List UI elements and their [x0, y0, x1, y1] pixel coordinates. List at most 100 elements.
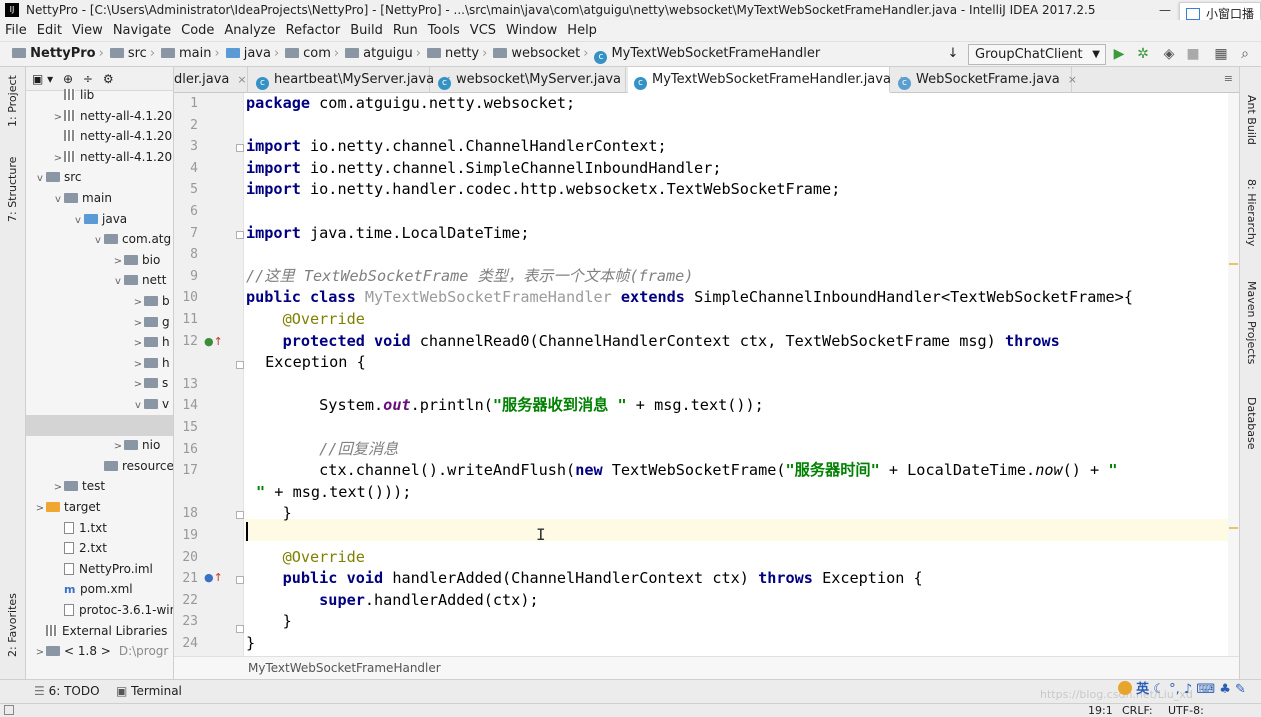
- editor-scrollbar[interactable]: [1228, 93, 1239, 656]
- chevron-right-icon[interactable]: >: [132, 374, 144, 395]
- chevron-down-icon[interactable]: v: [132, 395, 144, 416]
- tab-handler[interactable]: dler.java ×: [174, 67, 248, 93]
- tool-window-maven[interactable]: Maven Projects: [1245, 281, 1258, 364]
- build-icon[interactable]: ↓: [944, 45, 962, 63]
- chevron-down-icon[interactable]: v: [34, 168, 46, 189]
- crumb-main[interactable]: main ›: [161, 42, 224, 66]
- debug-icon[interactable]: ✲: [1134, 45, 1152, 63]
- menu-build[interactable]: Build: [345, 21, 388, 41]
- tree-row[interactable]: > test: [26, 476, 173, 498]
- run-icon[interactable]: ▶: [1110, 45, 1128, 63]
- tab-heartbeat-myserver[interactable]: cheartbeat\MyServer.java×: [250, 67, 451, 93]
- run-config-select[interactable]: GroupChatClient ▼: [968, 44, 1106, 65]
- chevron-right-icon[interactable]: >: [112, 251, 124, 272]
- tool-window-todo[interactable]: ☰ 6: TODO: [34, 680, 100, 703]
- tree-row[interactable]: v java: [26, 209, 173, 230]
- menu-window[interactable]: Window: [501, 21, 562, 41]
- chevron-right-icon[interactable]: >: [52, 477, 64, 498]
- menu-refactor[interactable]: Refactor: [281, 21, 346, 41]
- tree-row[interactable]: vv: [26, 394, 173, 416]
- menu-analyze[interactable]: Analyze: [219, 21, 280, 41]
- menu-edit[interactable]: Edit: [32, 21, 67, 41]
- tool-window-favorites[interactable]: 2: Favorites: [6, 593, 19, 657]
- fold-icon[interactable]: [236, 625, 244, 633]
- tree-row[interactable]: netty-all-4.1.20: [26, 126, 173, 147]
- line-separator[interactable]: CRLF:: [1122, 704, 1153, 717]
- tool-window-terminal[interactable]: ▣ Terminal: [116, 680, 182, 703]
- tree-row[interactable]: v main: [26, 188, 173, 210]
- crumb-websocket[interactable]: websocket ›: [493, 42, 592, 66]
- settings-icon[interactable]: ✎: [1235, 682, 1246, 697]
- tree-row[interactable]: > g: [26, 312, 173, 334]
- code-editor[interactable]: 1 2 3 4 5 6 7 8 9 10 11 12 13 14 15 16 17 18 19 20 21 22 23 24 …: [174, 93, 1239, 656]
- chevron-down-icon[interactable]: v: [92, 230, 104, 251]
- tree-row[interactable]: m pom.xml: [26, 579, 173, 600]
- tool-window-structure[interactable]: 7: Structure: [6, 157, 19, 222]
- tree-row[interactable]: 2.txt: [26, 538, 173, 559]
- chevron-right-icon[interactable]: >: [132, 292, 144, 313]
- search-everywhere-icon[interactable]: ⌕: [1236, 45, 1254, 63]
- keyboard-icon[interactable]: ⌨: [1196, 682, 1215, 697]
- chevron-down-icon[interactable]: v: [52, 189, 64, 210]
- chevron-right-icon[interactable]: >: [52, 107, 64, 128]
- mic-icon[interactable]: ♪: [1184, 682, 1192, 697]
- tree-row[interactable]: v com.atg: [26, 229, 173, 251]
- tab-list-icon[interactable]: ≡: [1224, 67, 1233, 91]
- tab-mytextwebsocketframehandler[interactable]: cMyTextWebSocketFrameHandler.java×: [628, 67, 908, 93]
- tree-row[interactable]: lib: [26, 85, 173, 106]
- tree-row[interactable]: NettyPro.iml: [26, 559, 173, 580]
- tree-row[interactable]: > bio: [26, 250, 173, 272]
- moon-icon[interactable]: ☾: [1153, 682, 1165, 697]
- close-icon[interactable]: ×: [1068, 73, 1077, 86]
- fold-icon[interactable]: [236, 361, 244, 369]
- sync-icon[interactable]: ⊕: [63, 72, 73, 86]
- minimize-button[interactable]: —: [1150, 0, 1180, 20]
- tool-window-hierarchy[interactable]: 8: Hierarchy: [1245, 179, 1258, 246]
- tree-row[interactable]: External Libraries: [26, 621, 173, 642]
- chevron-right-icon[interactable]: >: [132, 313, 144, 334]
- tree-row[interactable]: > b: [26, 291, 173, 313]
- stop-icon[interactable]: ■: [1184, 45, 1202, 63]
- caret-position[interactable]: 19:1: [1088, 704, 1113, 717]
- tree-row-selected[interactable]: [26, 414, 173, 436]
- project-view-icon[interactable]: ▣: [32, 72, 43, 86]
- override-marker-icon[interactable]: ●↑: [204, 571, 223, 584]
- fold-icon[interactable]: [236, 144, 244, 152]
- crumb-src[interactable]: src ›: [109, 42, 159, 66]
- tool-window-ant-build[interactable]: Ant Build: [1245, 95, 1258, 145]
- tree-row[interactable]: > netty-all-4.1.20: [26, 147, 173, 169]
- chevron-down-icon[interactable]: v: [112, 271, 124, 292]
- tree-row[interactable]: > s: [26, 373, 173, 395]
- tree-row[interactable]: resources: [26, 456, 173, 477]
- chevron-right-icon[interactable]: >: [34, 642, 46, 663]
- file-encoding[interactable]: UTF-8:: [1168, 704, 1204, 717]
- layout-icon[interactable]: [4, 705, 14, 715]
- tool-window-database[interactable]: Database: [1245, 397, 1258, 450]
- gear-icon[interactable]: ⚙: [103, 72, 114, 86]
- crumb-java[interactable]: java ›: [225, 42, 283, 66]
- chevron-right-icon[interactable]: >: [132, 354, 144, 375]
- fold-icon[interactable]: [236, 231, 244, 239]
- chevron-down-icon[interactable]: ▾: [47, 72, 53, 86]
- chevron-right-icon[interactable]: >: [52, 148, 64, 169]
- menu-navigate[interactable]: Navigate: [108, 21, 176, 41]
- tree-row[interactable]: > h: [26, 353, 173, 375]
- fold-icon[interactable]: [236, 576, 244, 584]
- crumb-class[interactable]: c MyTextWebSocketFrameHandler: [594, 42, 820, 66]
- menu-code[interactable]: Code: [176, 21, 219, 41]
- crumb-netty[interactable]: netty ›: [427, 42, 491, 66]
- tree-row[interactable]: protoc-3.6.1-win3: [26, 600, 173, 621]
- menu-tools[interactable]: Tools: [423, 21, 465, 41]
- menu-file[interactable]: File: [0, 21, 32, 41]
- tree-row[interactable]: > target: [26, 497, 173, 519]
- tree-row[interactable]: 1.txt: [26, 518, 173, 539]
- tree-row[interactable]: > h: [26, 332, 173, 353]
- chevron-right-icon[interactable]: >: [34, 498, 46, 519]
- editor-breadcrumb[interactable]: MyTextWebSocketFrameHandler: [174, 656, 1239, 679]
- warning-stripe[interactable]: [1229, 527, 1238, 529]
- menu-help[interactable]: Help: [562, 21, 602, 41]
- crumb-com[interactable]: com ›: [285, 42, 343, 66]
- warning-stripe[interactable]: [1229, 263, 1238, 265]
- tree-row[interactable]: > nio: [26, 435, 173, 456]
- close-icon[interactable]: ×: [237, 73, 246, 86]
